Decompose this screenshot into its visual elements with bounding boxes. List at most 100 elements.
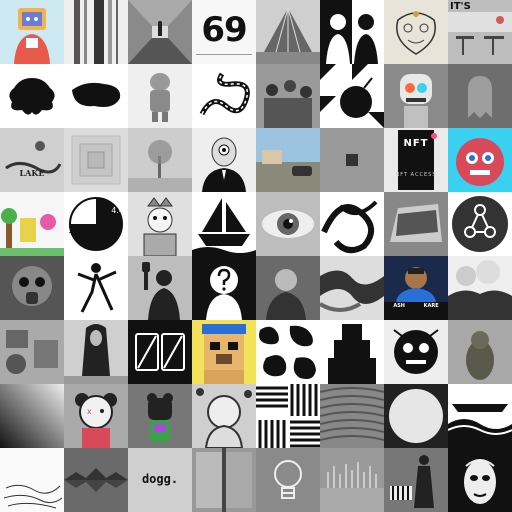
gallery-tile-43[interactable]	[128, 320, 192, 384]
gallery-tile-09[interactable]	[0, 64, 64, 128]
gallery-tile-28[interactable]	[192, 192, 256, 256]
gallery-tile-36[interactable]	[192, 256, 256, 320]
gallery-tile-31[interactable]	[384, 192, 448, 256]
glitch-face-image	[448, 128, 512, 192]
gallery-tile-21[interactable]	[256, 128, 320, 192]
gallery-tile-57[interactable]	[0, 448, 64, 512]
gallery-tile-19[interactable]	[128, 128, 192, 192]
abstract-streaks-image	[64, 0, 128, 64]
gallery-tile-35[interactable]	[128, 256, 192, 320]
pirate-ship-image	[192, 192, 256, 256]
gallery-tile-04[interactable]: 69	[192, 0, 256, 64]
line-face-doodle-image	[384, 0, 448, 64]
gallery-tile-01[interactable]	[0, 0, 64, 64]
gallery-tile-48[interactable]	[448, 320, 512, 384]
gallery-tile-49[interactable]	[0, 384, 64, 448]
gallery-tile-63[interactable]	[384, 448, 448, 512]
swirl-abstract-image	[320, 192, 384, 256]
gas-mask-image	[0, 256, 64, 320]
nft-card-background	[384, 128, 448, 192]
gallery-tile-15[interactable]	[384, 64, 448, 128]
checkered-bomb-image	[320, 64, 384, 128]
blob-pattern-image	[256, 320, 320, 384]
gallery-tile-18[interactable]	[64, 128, 128, 192]
skull-character-image	[384, 64, 448, 128]
gallery-tile-05[interactable]	[256, 0, 320, 64]
gallery-tile-20[interactable]	[192, 128, 256, 192]
gallery-tile-03[interactable]	[128, 0, 192, 64]
pixel-pug-image	[192, 320, 256, 384]
white-circle-image	[384, 384, 448, 448]
gallery-tile-44[interactable]	[192, 320, 256, 384]
gallery-tile-08[interactable]: IT'S	[448, 0, 512, 64]
woman-zebra-image	[384, 448, 448, 512]
network-icon-image	[448, 192, 512, 256]
gallery-tile-25[interactable]	[0, 192, 64, 256]
gallery-tile-62[interactable]	[320, 448, 384, 512]
gallery-tile-55[interactable]	[384, 384, 448, 448]
gallery-tile-61[interactable]	[256, 448, 320, 512]
car-window-image	[384, 192, 448, 256]
gallery-tile-56[interactable]	[448, 384, 512, 448]
wave-ships-image	[448, 384, 512, 448]
gallery-tile-17[interactable]: LAKE	[0, 128, 64, 192]
gallery-tile-39[interactable]: ASH KARE	[384, 256, 448, 320]
gallery-tile-02[interactable]	[64, 0, 128, 64]
gallery-tile-52[interactable]	[192, 384, 256, 448]
gallery-tile-64[interactable]	[448, 448, 512, 512]
child-portrait-image	[256, 256, 320, 320]
gallery-tile-07[interactable]	[384, 0, 448, 64]
crowd-scene-image	[256, 64, 320, 128]
toy-bear-image	[128, 384, 192, 448]
gallery-tile-33[interactable]	[0, 256, 64, 320]
gallery-tile-59[interactable]: dogg.	[128, 448, 192, 512]
quarter-clock-image	[64, 192, 128, 256]
gallery-tile-47[interactable]	[384, 320, 448, 384]
gallery-tile-34[interactable]	[64, 256, 128, 320]
gallery-tile-10[interactable]	[64, 64, 128, 128]
cafe-scene-image	[448, 0, 512, 64]
gallery-tile-12[interactable]	[192, 64, 256, 128]
gallery-tile-58[interactable]	[64, 448, 128, 512]
gallery-tile-37[interactable]	[256, 256, 320, 320]
serpent-illustration-image	[192, 64, 256, 128]
foggy-tree-image	[128, 128, 192, 192]
gallery-tile-11[interactable]	[128, 64, 192, 128]
gallery-tile-30[interactable]	[320, 192, 384, 256]
long-hair-figure-image	[64, 320, 128, 384]
gallery-tile-38[interactable]	[320, 256, 384, 320]
gallery-tile-54[interactable]	[320, 384, 384, 448]
profile-card-background	[384, 256, 448, 320]
gallery-tile-53[interactable]	[256, 384, 320, 448]
gallery-tile-50[interactable]: x	[64, 384, 128, 448]
gallery-tile-42[interactable]	[64, 320, 128, 384]
gallery-tile-14[interactable]	[320, 64, 384, 128]
child-drawing-image	[0, 192, 64, 256]
grass-blades-image	[320, 448, 384, 512]
lightbulb-image	[256, 448, 320, 512]
gallery-tile-27[interactable]	[128, 192, 192, 256]
gallery-tile-60[interactable]	[192, 448, 256, 512]
grey-square-image	[320, 128, 384, 192]
gallery-tile-26[interactable]: 1.4 4.4	[64, 192, 128, 256]
hooded-figure-image	[192, 384, 256, 448]
gallery-tile-13[interactable]	[256, 64, 320, 128]
gallery-tile-41[interactable]	[0, 320, 64, 384]
mirrored-landscape-image	[64, 448, 128, 512]
gallery-tile-32[interactable]	[448, 192, 512, 256]
gallery-tile-40[interactable]	[448, 256, 512, 320]
toy-figure-image	[128, 64, 192, 128]
gallery-tile-46[interactable]	[320, 320, 384, 384]
gallery-tile-16[interactable]	[448, 64, 512, 128]
gallery-tile-06[interactable]	[320, 0, 384, 64]
gallery-tile-24[interactable]	[448, 128, 512, 192]
gallery-tile-29[interactable]	[256, 192, 320, 256]
gallery-tile-22[interactable]	[320, 128, 384, 192]
gallery-tile-51[interactable]	[128, 384, 192, 448]
ink-blot-image	[0, 64, 64, 128]
cartoon-king-image	[128, 192, 192, 256]
gallery-tile-45[interactable]	[256, 320, 320, 384]
poster-background	[192, 0, 256, 64]
gallery-tile-23[interactable]: NFT NFT ACCESS	[384, 128, 448, 192]
silhouette-couple-image	[320, 0, 384, 64]
